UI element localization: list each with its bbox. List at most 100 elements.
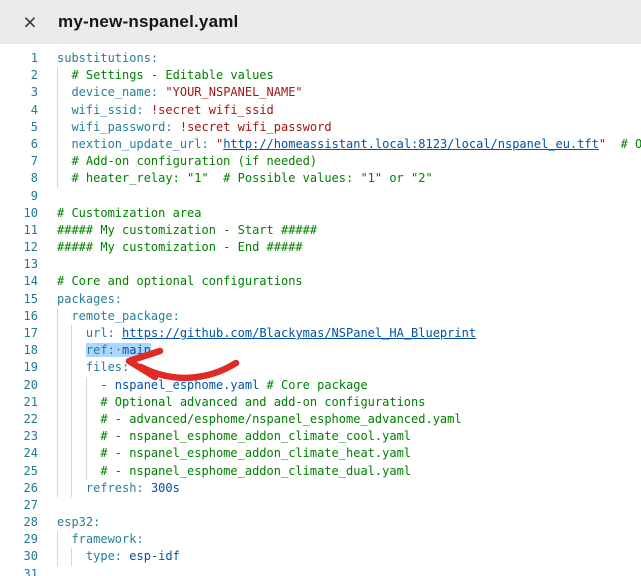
file-title: my-new-nspanel.yaml <box>58 12 238 32</box>
code-text: wifi_ssid: !secret wifi_ssid <box>57 102 274 119</box>
code-line[interactable]: 4 wifi_ssid: !secret wifi_ssid <box>0 102 641 119</box>
token-plain <box>57 309 71 323</box>
line-number: 3 <box>0 84 38 101</box>
code-line[interactable]: 1substitutions: <box>0 50 641 67</box>
token-comment: # Optional <box>621 137 641 151</box>
token-plain <box>57 154 71 168</box>
code-line[interactable]: 26 refresh: 300s <box>0 480 641 497</box>
code-text: # - nspanel_esphome_addon_climate_heat.y… <box>57 445 411 462</box>
code-line[interactable]: 3 device_name: "YOUR_NSPANEL_NAME" <box>0 84 641 101</box>
code-line[interactable]: 20 - nspanel_esphome.yaml # Core package <box>0 377 641 394</box>
token-plain <box>144 103 151 117</box>
token-comment: ##### My customization - Start ##### <box>57 223 317 237</box>
token-plain <box>57 120 71 134</box>
code-link[interactable]: http://homeassistant.local:8123/local/ns… <box>223 137 599 151</box>
code-line[interactable]: 11 ##### My customization - Start ##### <box>0 222 641 239</box>
token-comment: # - nspanel_esphome_addon_climate_dual.y… <box>100 464 411 478</box>
line-number: 4 <box>0 102 38 119</box>
code-line[interactable]: 30 type: esp-idf <box>0 548 641 565</box>
editor-header: × my-new-nspanel.yaml <box>0 0 641 44</box>
code-line[interactable]: 8 # heater_relay: "1" # Possible values:… <box>0 170 641 187</box>
code-line[interactable]: 24 # - nspanel_esphome_addon_climate_hea… <box>0 445 641 462</box>
token-wsdot: · <box>115 343 122 357</box>
line-number: 18 <box>0 342 38 359</box>
token-string: wifi_password <box>238 120 332 134</box>
token-plain <box>57 446 100 460</box>
token-key: wifi_password: <box>71 120 172 134</box>
token-key: files: <box>86 360 129 374</box>
code-line[interactable]: 12##### My customization - End ##### <box>0 239 641 256</box>
code-line[interactable]: 5 wifi_password: !secret wifi_password <box>0 119 641 136</box>
code-line[interactable]: 21 # Optional advanced and add-on config… <box>0 394 641 411</box>
line-number: 22 <box>0 411 38 428</box>
token-plain <box>57 481 86 495</box>
line-number: 7 <box>0 153 38 170</box>
token-plain <box>57 85 71 99</box>
token-comment: # Core package <box>267 378 368 392</box>
token-key: esp32: <box>57 515 100 529</box>
code-line[interactable]: 16 remote_package: <box>0 308 641 325</box>
token-key: device_name: <box>71 85 158 99</box>
code-text: ref:·main <box>57 342 151 359</box>
close-icon[interactable]: × <box>16 8 44 36</box>
code-text: # - advanced/esphome/nspanel_esphome_adv… <box>57 411 462 428</box>
line-number: 13 <box>0 256 38 273</box>
token-plain <box>57 429 100 443</box>
token-key: type: <box>86 549 122 563</box>
code-line[interactable]: 19 files: <box>0 359 641 376</box>
token-value: main <box>122 343 151 357</box>
line-number: 24 <box>0 445 38 462</box>
code-line[interactable]: 18 ref:·main <box>0 342 641 359</box>
line-number: 14 <box>0 273 38 290</box>
line-number: 11 <box>0 222 38 239</box>
code-text: device_name: "YOUR_NSPANEL_NAME" <box>57 84 303 101</box>
code-editor[interactable]: 1substitutions:2 # Settings - Editable v… <box>0 44 641 576</box>
line-number: 27 <box>0 497 38 514</box>
code-line[interactable]: 27 <box>0 497 641 514</box>
code-line[interactable]: 2 # Settings - Editable values <box>0 67 641 84</box>
code-line[interactable]: 28esp32: <box>0 514 641 531</box>
code-line[interactable]: 14# Core and optional configurations <box>0 273 641 290</box>
token-plain <box>173 120 180 134</box>
token-comment: ##### My customization - End ##### <box>57 240 303 254</box>
code-line[interactable]: 29 framework: <box>0 531 641 548</box>
code-line[interactable]: 23 # - nspanel_esphome_addon_climate_coo… <box>0 428 641 445</box>
code-line[interactable]: 6 nextion_update_url: "http://homeassist… <box>0 136 641 153</box>
code-text: type: esp-idf <box>57 548 180 565</box>
token-comment: # - nspanel_esphome_addon_climate_heat.y… <box>100 446 411 460</box>
token-plain <box>57 326 86 340</box>
line-number: 29 <box>0 531 38 548</box>
code-lines: 1substitutions:2 # Settings - Editable v… <box>0 50 641 576</box>
code-text: # Settings - Editable values <box>57 67 274 84</box>
token-plain <box>57 532 71 546</box>
code-text: wifi_password: !secret wifi_password <box>57 119 332 136</box>
code-line[interactable]: 31 <box>0 566 641 576</box>
code-text: esp32: <box>57 514 100 531</box>
token-key: remote_package: <box>71 309 179 323</box>
line-number: 1 <box>0 50 38 67</box>
line-number: 19 <box>0 359 38 376</box>
code-line[interactable]: 9 <box>0 188 641 205</box>
code-text: # - nspanel_esphome_addon_climate_dual.y… <box>57 463 411 480</box>
line-number: 25 <box>0 463 38 480</box>
token-plain <box>57 549 86 563</box>
token-string: !secret <box>151 103 202 117</box>
line-number: 2 <box>0 67 38 84</box>
code-line[interactable]: 15packages: <box>0 291 641 308</box>
code-line[interactable]: 7 # Add-on configuration (if needed) <box>0 153 641 170</box>
code-line[interactable]: 17 url: https://github.com/Blackymas/NSP… <box>0 325 641 342</box>
token-plain <box>57 343 86 357</box>
code-line[interactable]: 10# Customization area <box>0 205 641 222</box>
code-text: files: <box>57 359 129 376</box>
token-plain <box>57 103 71 117</box>
token-comment: # - nspanel_esphome_addon_climate_cool.y… <box>100 429 411 443</box>
code-line[interactable]: 22 # - advanced/esphome/nspanel_esphome_… <box>0 411 641 428</box>
line-number: 20 <box>0 377 38 394</box>
token-plain <box>57 378 100 392</box>
line-number: 15 <box>0 291 38 308</box>
code-text: remote_package: <box>57 308 180 325</box>
code-link[interactable]: https://github.com/Blackymas/NSPanel_HA_… <box>122 326 476 340</box>
code-text: # Optional advanced and add-on configura… <box>57 394 425 411</box>
code-line[interactable]: 25 # - nspanel_esphome_addon_climate_dua… <box>0 463 641 480</box>
code-line[interactable]: 13 <box>0 256 641 273</box>
